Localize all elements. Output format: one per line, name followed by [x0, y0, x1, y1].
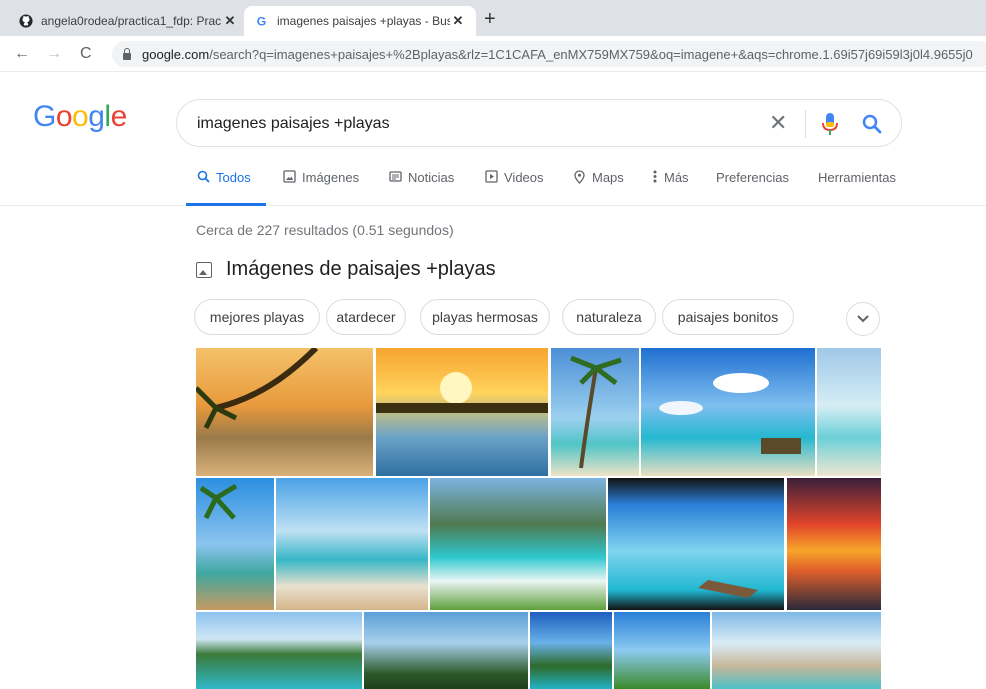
- tab-mas[interactable]: Más: [652, 170, 689, 206]
- video-icon: [484, 170, 498, 186]
- close-tab-icon[interactable]: ✕: [222, 13, 238, 29]
- results-count: Cerca de 227 resultados (0.51 segundos): [196, 222, 454, 238]
- search-icon: [196, 170, 210, 186]
- logo-letter: G: [33, 100, 56, 133]
- tab-label: Más: [664, 170, 689, 185]
- map-pin-icon: [572, 170, 586, 187]
- logo-letter: o: [72, 100, 89, 133]
- chip[interactable]: mejores playas: [194, 299, 320, 335]
- url-path: /search?q=imagenes+paisajes+%2Bplayas&rl…: [209, 46, 973, 62]
- image-thumbnail[interactable]: [614, 612, 710, 689]
- tab-title: angela0rodea/practica1_fdp: Prac: [41, 14, 222, 28]
- image-thumbnail[interactable]: [364, 612, 528, 689]
- image-thumbnail[interactable]: [276, 478, 428, 610]
- tab-label: Imágenes: [302, 170, 360, 185]
- more-vert-icon: [652, 170, 658, 186]
- chevron-down-icon[interactable]: [846, 302, 880, 336]
- browser-tab-bar: angela0rodea/practica1_fdp: Prac ✕ G ima…: [0, 0, 986, 36]
- logo-letter: e: [110, 100, 128, 133]
- new-tab-button[interactable]: +: [484, 9, 496, 29]
- search-icon[interactable]: [861, 113, 883, 135]
- image-icon: [196, 261, 212, 278]
- svg-text:G: G: [257, 14, 267, 28]
- url-field[interactable]: google.com/search?q=imagenes+paisajes+%2…: [112, 41, 986, 67]
- search-input[interactable]: [197, 112, 757, 136]
- image-thumbnail[interactable]: [376, 348, 548, 476]
- tab-label: Preferencias: [716, 170, 789, 185]
- image-thumbnail[interactable]: [530, 612, 612, 689]
- tab-noticias[interactable]: Noticias: [388, 170, 454, 206]
- image-thumbnail[interactable]: [608, 478, 784, 610]
- image-thumbnail[interactable]: [196, 478, 274, 610]
- mic-icon[interactable]: [821, 112, 839, 136]
- search-box: ✕: [176, 99, 902, 147]
- tab-imagenes[interactable]: Imágenes: [282, 170, 359, 206]
- logo-letter: g: [88, 100, 105, 133]
- news-icon: [388, 170, 402, 186]
- tab-github[interactable]: angela0rodea/practica1_fdp: Prac ✕: [8, 6, 248, 36]
- tab-herramientas[interactable]: Herramientas: [818, 170, 896, 206]
- url-host: google.com: [142, 46, 210, 62]
- close-tab-icon[interactable]: ✕: [450, 13, 466, 29]
- tab-videos[interactable]: Videos: [484, 170, 544, 206]
- image-thumbnail[interactable]: [817, 348, 881, 476]
- image-thumbnail[interactable]: [196, 348, 373, 476]
- reload-icon[interactable]: C: [80, 45, 92, 63]
- images-heading-text: Imágenes de paisajes +playas: [226, 258, 496, 280]
- image-thumbnail[interactable]: [641, 348, 815, 476]
- tab-title: imagenes paisajes +playas - Busc: [277, 14, 450, 28]
- chip[interactable]: naturaleza: [562, 299, 656, 335]
- images-section-heading[interactable]: Imágenes de paisajes +playas: [196, 258, 496, 281]
- tab-preferencias[interactable]: Preferencias: [716, 170, 789, 206]
- image-thumbnail[interactable]: [196, 612, 362, 689]
- tab-label: Todos: [216, 170, 251, 185]
- image-thumbnail[interactable]: [712, 612, 881, 689]
- tab-label: Noticias: [408, 170, 455, 185]
- image-thumbnail[interactable]: [551, 348, 639, 476]
- tab-label: Herramientas: [818, 170, 897, 185]
- tab-google-search[interactable]: G imagenes paisajes +playas - Busc ✕: [244, 6, 476, 36]
- tab-label: Videos: [504, 170, 544, 185]
- close-icon[interactable]: ✕: [769, 110, 787, 136]
- google-logo[interactable]: Google: [33, 100, 127, 134]
- image-thumbnail[interactable]: [430, 478, 606, 610]
- forward-icon[interactable]: →: [46, 45, 62, 63]
- chip[interactable]: atardecer: [326, 299, 406, 335]
- back-icon[interactable]: ←: [14, 45, 30, 63]
- github-icon: [18, 13, 34, 29]
- lock-icon: [122, 48, 132, 60]
- tab-label: Maps: [592, 170, 624, 185]
- image-icon: [282, 170, 296, 186]
- logo-letter: o: [55, 100, 73, 133]
- search-nav-tabs: Todos Imágenes Noticias Videos Maps Más …: [0, 160, 986, 206]
- tab-todos[interactable]: Todos: [186, 170, 266, 206]
- address-bar: ← → C google.com/search?q=imagenes+paisa…: [0, 36, 986, 72]
- google-icon: G: [254, 13, 270, 29]
- tab-maps[interactable]: Maps: [572, 170, 624, 206]
- divider: [805, 110, 806, 138]
- chip[interactable]: paisajes bonitos: [662, 299, 794, 335]
- image-thumbnail[interactable]: [787, 478, 881, 610]
- chip[interactable]: playas hermosas: [420, 299, 550, 335]
